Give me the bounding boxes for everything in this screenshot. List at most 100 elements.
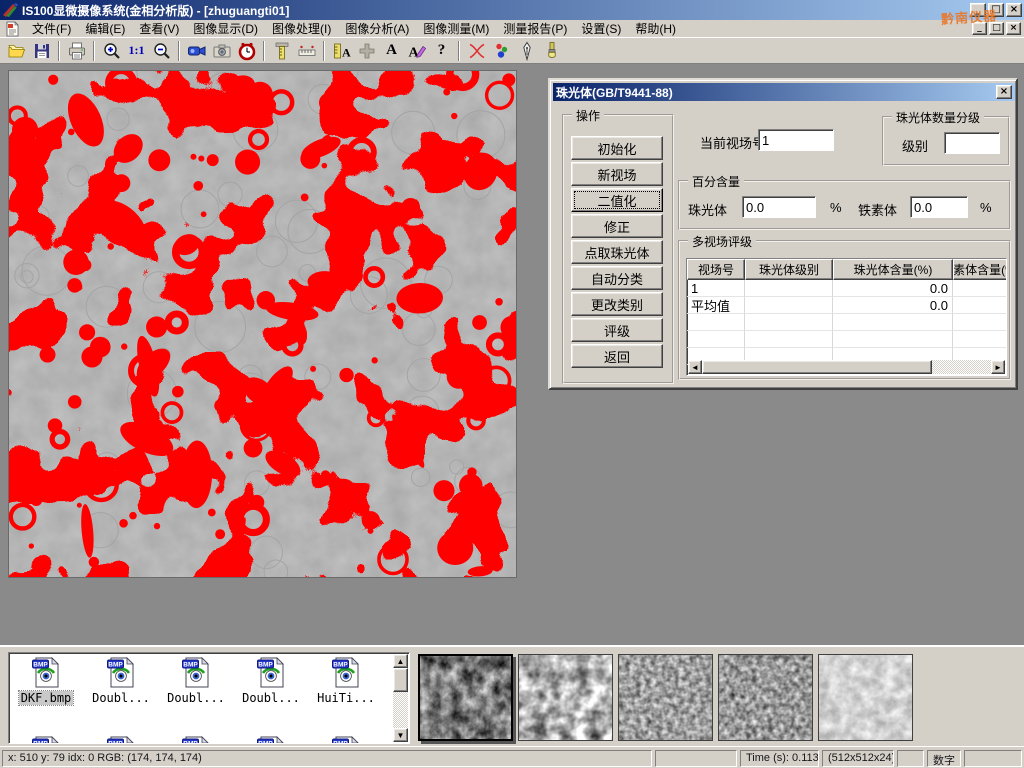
text-tool-button[interactable]: A	[379, 39, 404, 63]
auto-classify-button[interactable]: 自动分类	[571, 266, 663, 290]
ferrite-percent-sign: %	[980, 200, 992, 215]
scrollbar-thumb[interactable]	[702, 360, 932, 374]
curve-tool-button[interactable]	[464, 39, 489, 63]
svg-text:BMP: BMP	[183, 662, 198, 669]
scrollbar-thumb[interactable]	[393, 668, 408, 692]
menu-item-edit[interactable]: 编辑(E)	[78, 18, 132, 39]
correct-button[interactable]: 修正	[571, 214, 663, 238]
cell-field: 1	[687, 280, 745, 297]
file-item[interactable]: BMP Doubl...	[159, 656, 233, 705]
annotate-button[interactable]: A	[404, 39, 429, 63]
phase-objects-button[interactable]	[489, 39, 514, 63]
file-item-partial[interactable]: BMP	[234, 735, 308, 744]
table-horizontal-scrollbar[interactable]: ◄ ►	[688, 360, 1005, 374]
menu-item-help[interactable]: 帮助(H)	[628, 18, 683, 39]
cursor-position-readout: x: 510 y: 79 idx: 0 RGB: (174, 174, 174)	[2, 750, 652, 767]
file-item[interactable]: BMP Doubl...	[84, 656, 158, 705]
mdi-close-button[interactable]: ×	[1006, 22, 1021, 35]
dialog-close-button[interactable]: ×	[996, 85, 1012, 99]
menu-item-image-measure[interactable]: 图像测量(M)	[416, 18, 496, 39]
caliper-button[interactable]	[269, 39, 294, 63]
menu-item-measure-report[interactable]: 测量报告(P)	[496, 18, 574, 39]
menu-item-view[interactable]: 查看(V)	[132, 18, 186, 39]
micrograph-image[interactable]	[8, 70, 517, 578]
dialog-title-bar[interactable]: 珠光体(GB/T9441-88) ×	[553, 83, 1015, 101]
binarize-button[interactable]: 二值化	[571, 188, 663, 212]
new-field-button[interactable]: 新视场	[571, 162, 663, 186]
file-name: Doubl...	[165, 691, 227, 705]
digital-mode-indicator: 数字	[927, 750, 961, 767]
file-item[interactable]: BMP DKF.bmp	[9, 656, 83, 705]
initialize-button[interactable]: 初始化	[571, 136, 663, 160]
cell-ferrite	[953, 297, 1007, 314]
file-item[interactable]: BMP Doubl...	[234, 656, 308, 705]
status-panel-blank	[964, 750, 1022, 767]
pick-pearlite-button[interactable]: 点取珠光体	[571, 240, 663, 264]
file-item-partial[interactable]: BMP	[159, 735, 233, 744]
col-pearlite-content: 珠光体含量(%)	[833, 259, 953, 280]
scroll-up-icon[interactable]: ▲	[393, 654, 408, 668]
scroll-down-icon[interactable]: ▼	[393, 728, 408, 742]
scrollbar-track[interactable]	[932, 360, 991, 374]
scroll-right-icon[interactable]: ►	[991, 360, 1005, 374]
open-button[interactable]	[4, 39, 29, 63]
actual-size-button[interactable]: 1:1	[124, 39, 149, 63]
image-dimensions-readout: (512x512x24)	[822, 750, 894, 767]
zoom-out-button[interactable]	[149, 39, 174, 63]
scroll-left-icon[interactable]: ◄	[688, 360, 702, 374]
return-button[interactable]: 返回	[571, 344, 663, 368]
rate-button[interactable]: 评级	[571, 318, 663, 342]
multifield-table[interactable]: 视场号 珠光体级别 珠光体含量(%) 铁素体含量(%) 1 0.0 平均值 0.…	[686, 258, 1007, 376]
file-item-partial[interactable]: BMP	[84, 735, 158, 744]
close-button[interactable]: ×	[1006, 3, 1022, 17]
file-item-partial[interactable]: BMP	[9, 735, 83, 744]
help-button[interactable]: ?	[429, 39, 454, 63]
change-class-button[interactable]: 更改类别	[571, 292, 663, 316]
toolbar-separator	[178, 41, 180, 61]
file-browser-panel: BMP DKF.bmp BMP Doubl... BMP Doubl... BM…	[0, 645, 1024, 746]
current-field-input[interactable]	[758, 129, 834, 151]
ferrite-input[interactable]	[910, 196, 968, 218]
pearlite-input[interactable]	[742, 196, 816, 218]
photo-camera-button[interactable]	[209, 39, 234, 63]
svg-text:A: A	[408, 45, 419, 60]
zoom-in-button[interactable]	[99, 39, 124, 63]
cell-field: 平均值	[687, 297, 745, 314]
table-row[interactable]: 1 0.0	[687, 280, 1006, 297]
ruler-button[interactable]	[294, 39, 319, 63]
menu-item-image-display[interactable]: 图像显示(D)	[186, 18, 265, 39]
file-list-scrollbar[interactable]: ▲ ▼	[393, 654, 408, 742]
level-input[interactable]	[944, 132, 1000, 154]
move-cross-button[interactable]	[354, 39, 379, 63]
thumbnail-5[interactable]	[818, 654, 913, 741]
pen-tool-button[interactable]	[514, 39, 539, 63]
window-title: IS100显微摄像系统(金相分析版) - [zhuguangti01]	[22, 2, 289, 19]
cell-pearlite: 0.0	[833, 297, 953, 314]
table-row[interactable]: 平均值 0.0	[687, 297, 1006, 314]
print-button[interactable]	[64, 39, 89, 63]
file-name: Doubl...	[240, 691, 302, 705]
menu-item-settings[interactable]: 设置(S)	[574, 18, 628, 39]
table-header: 视场号 珠光体级别 珠光体含量(%) 铁素体含量(%)	[687, 259, 1006, 280]
bmp-file-icon: BMP	[330, 677, 362, 691]
thumbnail-3[interactable]	[618, 654, 713, 741]
svg-text:BMP: BMP	[183, 741, 198, 745]
file-list[interactable]: BMP DKF.bmp BMP Doubl... BMP Doubl... BM…	[8, 652, 410, 744]
thumbnail-2[interactable]	[518, 654, 613, 741]
timer-clock-button[interactable]	[234, 39, 259, 63]
menu-item-file[interactable]: 文件(F)	[25, 18, 78, 39]
file-item-partial[interactable]: BMP	[309, 735, 383, 744]
menu-item-image-analysis[interactable]: 图像分析(A)	[338, 18, 416, 39]
brush-tool-button[interactable]	[539, 39, 564, 63]
file-item[interactable]: BMP HuiTi...	[309, 656, 383, 705]
thumbnail-4[interactable]	[718, 654, 813, 741]
svg-text:BMP: BMP	[33, 741, 48, 745]
thumbnail-1[interactable]	[418, 654, 513, 741]
table-row-empty	[687, 331, 1006, 348]
calibration-button[interactable]: A	[329, 39, 354, 63]
svg-text:BMP: BMP	[108, 741, 123, 745]
current-field-label: 当前视场号	[700, 133, 765, 152]
save-button[interactable]	[29, 39, 54, 63]
video-camera-button[interactable]	[184, 39, 209, 63]
menu-item-image-processing[interactable]: 图像处理(I)	[265, 18, 338, 39]
